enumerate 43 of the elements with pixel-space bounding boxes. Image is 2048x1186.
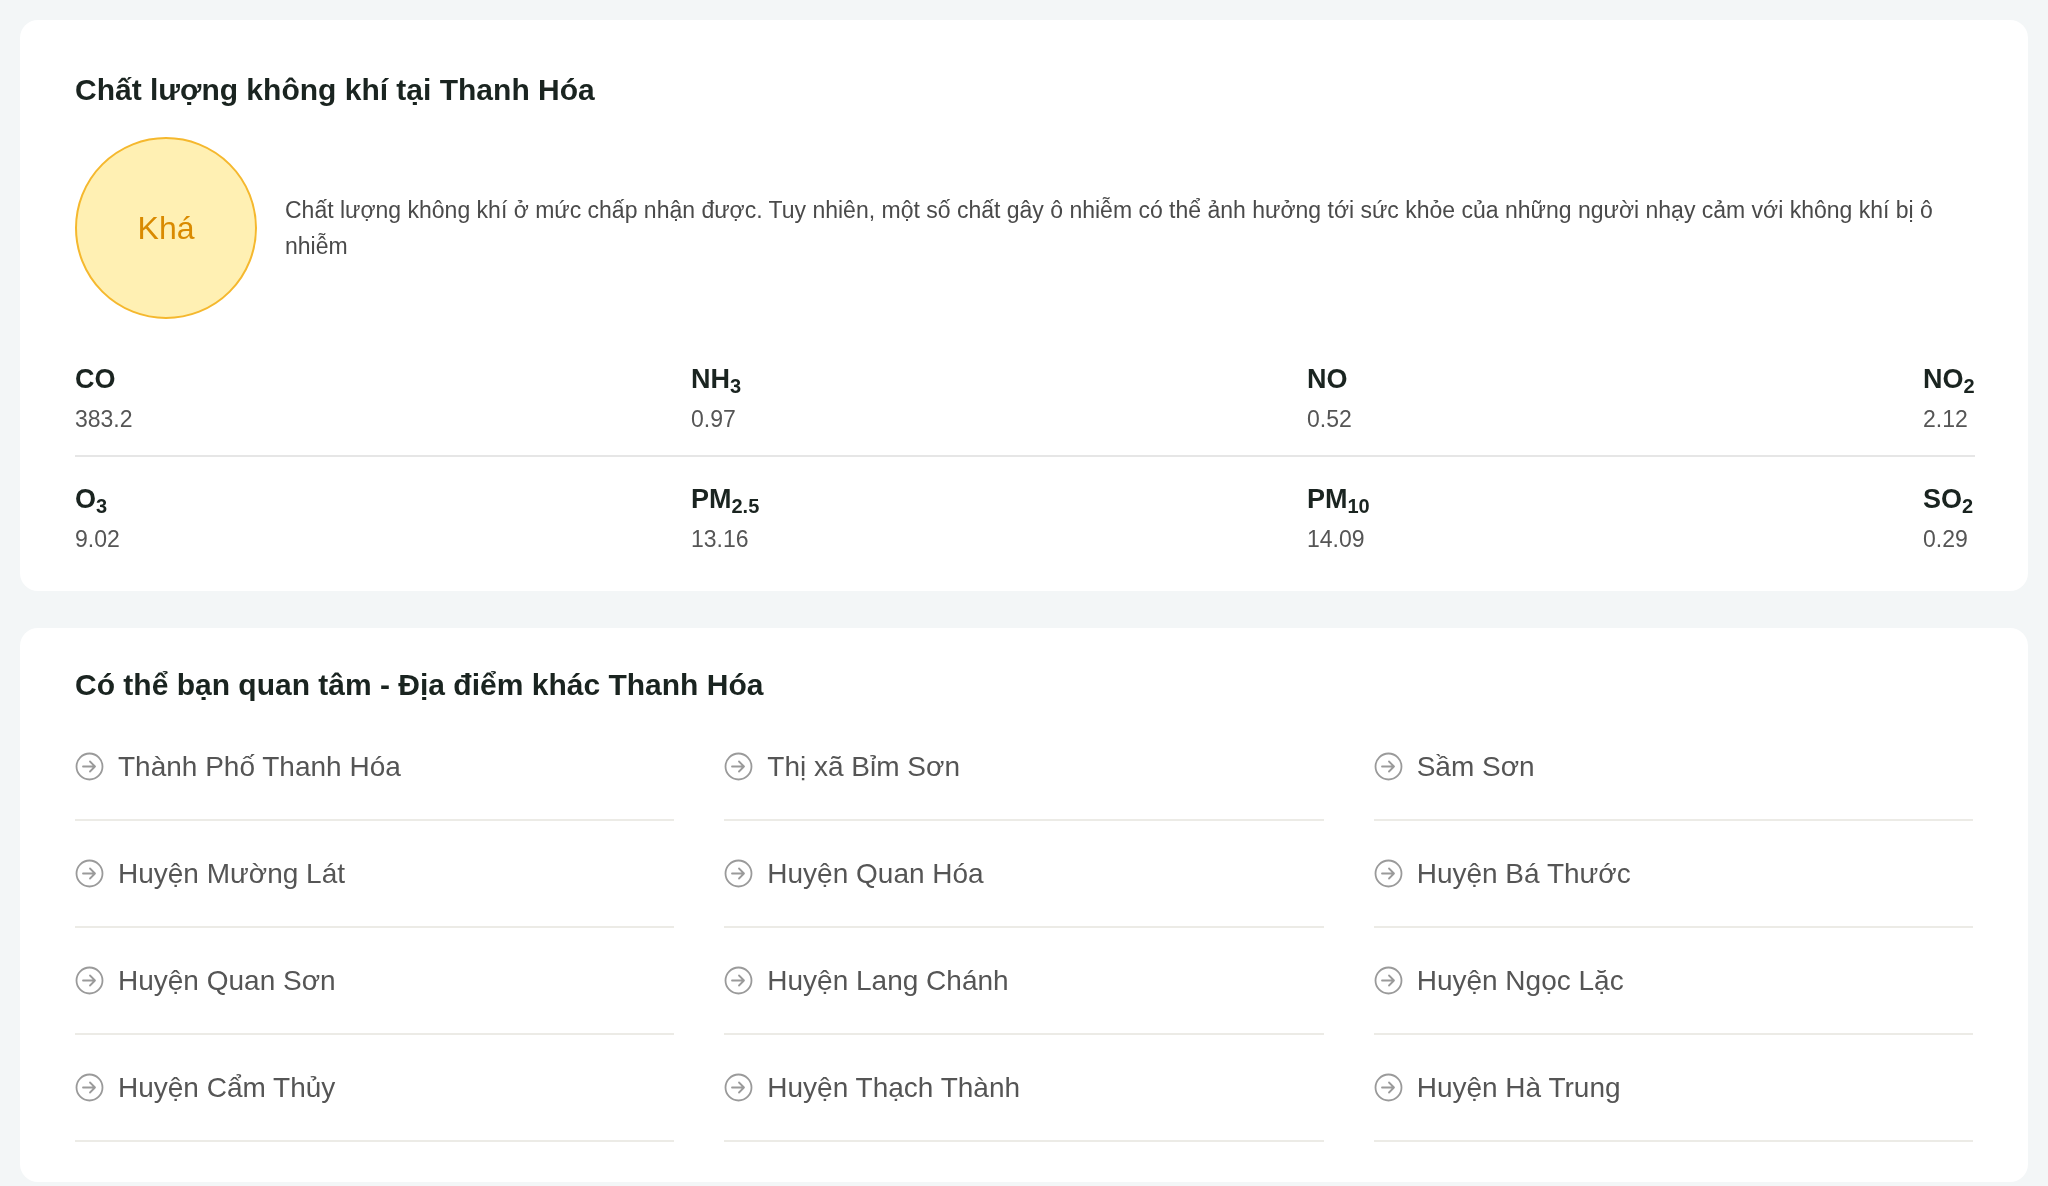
pollutant-name: SO$_{2}$ xyxy=(1923,483,1974,515)
place-link[interactable]: Huyện Cẩm Thủy xyxy=(75,1035,675,1142)
pollutant-value: 0.97 xyxy=(691,405,736,433)
arrow-circle-icon xyxy=(1373,1073,1403,1102)
pollutant-name: NO$_{2}$ xyxy=(1923,363,1975,395)
place-link[interactable]: Huyện Lang Chánh xyxy=(724,928,1324,1035)
pollutant-name: PM$_{2.5}$ xyxy=(691,483,760,515)
pollutant-name: NO xyxy=(1307,363,1348,395)
arrow-circle-icon xyxy=(75,859,104,888)
place-link[interactable]: Huyện Hà Trung xyxy=(1373,1035,1973,1142)
card-title: Chất lượng không khí tại Thanh Hóa xyxy=(75,75,596,105)
place-link[interactable]: Huyện Ngọc Lặc xyxy=(1373,928,1973,1035)
place-link[interactable]: Huyện Quan Hóa xyxy=(724,821,1324,928)
arrow-circle-icon xyxy=(724,859,754,888)
pollutant-value: 13.16 xyxy=(691,525,749,553)
arrow-circle-icon xyxy=(724,966,754,995)
arrow-circle-icon xyxy=(724,752,754,781)
arrow-circle-icon xyxy=(75,752,104,781)
pollutant-value: 2.12 xyxy=(1923,405,1968,433)
card-title: Có thể bạn quan tâm - Địa điểm khác Thanh Hóa xyxy=(75,670,765,700)
arrow-circle-icon xyxy=(1373,752,1403,781)
pollutant-value: 9.02 xyxy=(75,525,120,553)
pollutant-name: O$_{3}$ xyxy=(75,483,108,515)
arrow-circle-icon xyxy=(75,1073,104,1102)
place-link[interactable]: Thị xã Bỉm Sơn xyxy=(724,714,1324,821)
pollutant-value: 14.09 xyxy=(1307,525,1365,553)
place-link[interactable]: Sầm Sơn xyxy=(1373,714,1973,821)
place-link[interactable]: Huyện Quan Sơn xyxy=(75,928,675,1035)
place-link[interactable]: Thành Phố Thanh Hóa xyxy=(75,714,675,821)
pollutant-value: 383.2 xyxy=(75,405,133,433)
arrow-circle-icon xyxy=(724,1073,754,1102)
pollutant-name: NH$_{3}$ xyxy=(691,363,742,395)
place-link[interactable]: Huyện Thạch Thành xyxy=(724,1035,1324,1142)
arrow-circle-icon xyxy=(1373,859,1403,888)
arrow-circle-icon xyxy=(1373,966,1403,995)
pollutant-value: 0.29 xyxy=(1923,525,1968,553)
place-link[interactable]: Huyện Mường Lát xyxy=(75,821,675,928)
quality-description: Chất lượng không khí ở mức chấp nhận được. Tuy nhiên, một số chất gây ô nhiễm có thể ảnh hưởng tới sức khỏe của những người nhạy cảm với không khí bị ô nhiễm xyxy=(285,196,1934,261)
arrow-circle-icon xyxy=(75,966,104,995)
pollutant-name: CO xyxy=(75,363,116,395)
pollutant-value: 0.52 xyxy=(1307,405,1352,433)
pollutant-name: PM$_{10}$ xyxy=(1307,483,1370,515)
place-link[interactable]: Huyện Bá Thước xyxy=(1373,821,1973,928)
